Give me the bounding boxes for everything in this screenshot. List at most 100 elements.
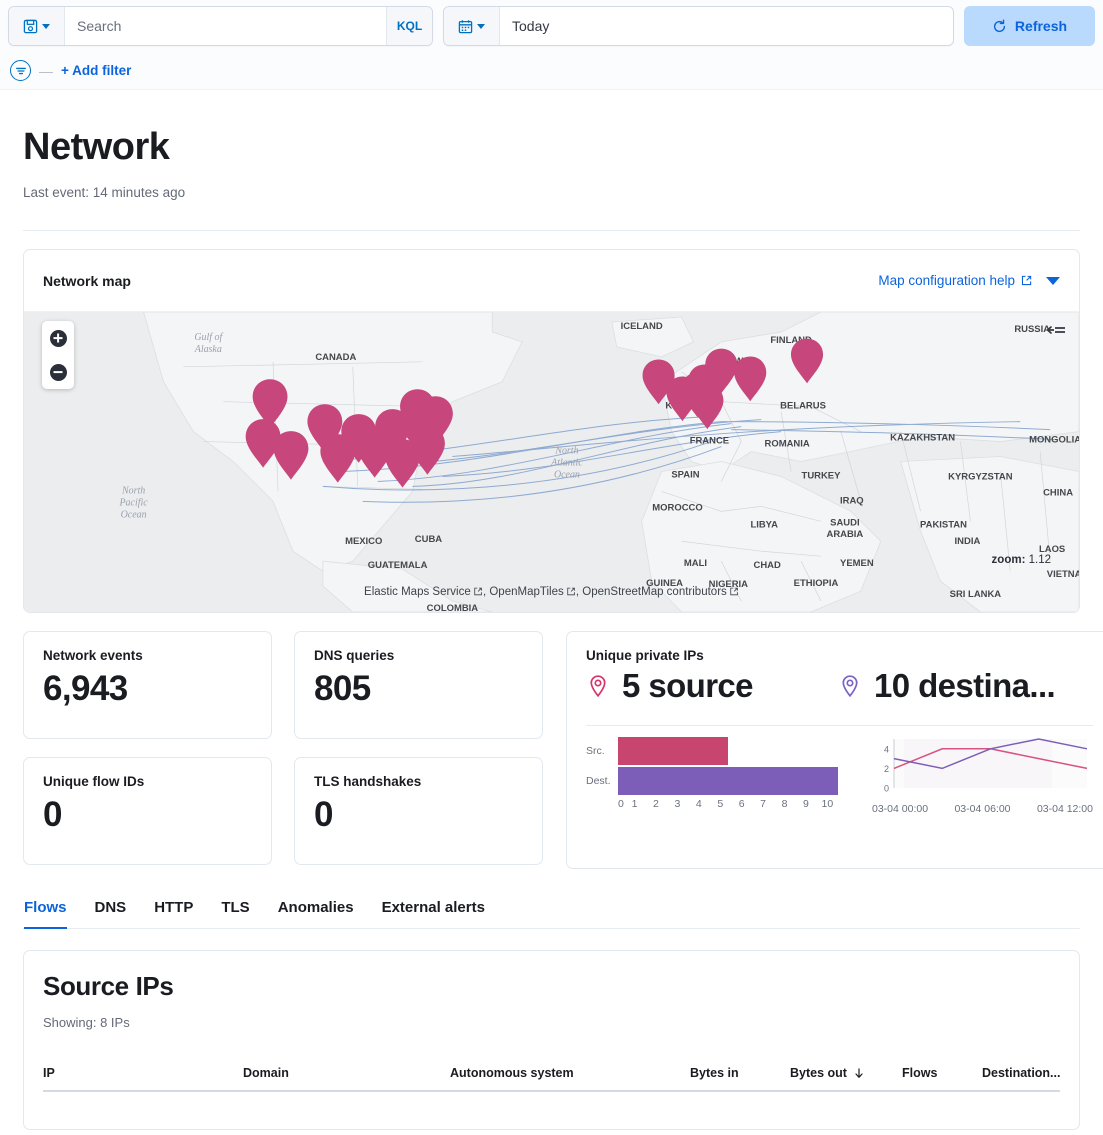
column-header-bytes-in[interactable]: Bytes in [690, 1066, 790, 1080]
external-link-icon [474, 587, 483, 596]
minus-icon [50, 364, 67, 381]
plus-icon [50, 330, 67, 347]
calendar-icon [458, 19, 473, 34]
column-header-label: Bytes in [690, 1066, 739, 1080]
map-legend-toggle-button[interactable] [1046, 324, 1066, 344]
svg-text:2: 2 [884, 764, 889, 774]
map-configuration-help-link[interactable]: Map configuration help [878, 273, 1032, 288]
column-header-domain[interactable]: Domain [243, 1066, 450, 1080]
map-zoom-level-value: 1.12 [1029, 554, 1051, 566]
collapse-legend-icon [1046, 324, 1066, 339]
network-map-title: Network map [43, 273, 131, 289]
column-header-label: Destination... [982, 1066, 1060, 1080]
save-disk-icon [23, 19, 38, 34]
tab-tls[interactable]: TLS [221, 899, 249, 929]
filter-options-button[interactable] [10, 60, 31, 81]
bar-x-tick: 5 [710, 798, 731, 810]
stat-cards-row-2: Unique flow IDs 0 TLS handshakes 0 [23, 757, 544, 865]
add-filter-button[interactable]: + Add filter [61, 63, 131, 78]
stat-cards-row-1: Network events 6,943 DNS queries 805 [23, 631, 544, 739]
stat-value: 6,943 [43, 669, 252, 709]
destination-ip-value: 10 destina... [874, 667, 1055, 705]
svg-text:0: 0 [884, 784, 889, 794]
page-title: Network [23, 126, 1080, 169]
stat-label: Network events [43, 648, 252, 663]
map-zoom-level: zoom: 1.12 [992, 554, 1051, 566]
line-chart-x-ticks: 03-04 00:00 03-04 06:00 03-04 12:00 [868, 803, 1093, 815]
refresh-button[interactable]: Refresh [964, 6, 1095, 46]
source-ips-showing: Showing: 8 IPs [43, 1015, 1060, 1030]
network-map-header-actions: Map configuration help [878, 273, 1060, 288]
bar-row-source: Src. [586, 736, 838, 766]
column-header-label: Bytes out [790, 1066, 847, 1080]
bar-x-tick: 3 [667, 798, 688, 810]
external-link-icon [730, 587, 739, 596]
attribution-elastic-maps[interactable]: Elastic Maps Service [364, 586, 471, 598]
svg-text:4: 4 [884, 744, 889, 754]
attribution-openmaptiles[interactable]: OpenMapTiles [489, 586, 563, 598]
query-toolbar: KQL Today Refresh [0, 0, 1103, 52]
header-divider [23, 230, 1080, 231]
refresh-label: Refresh [1015, 18, 1067, 34]
tab-dns[interactable]: DNS [95, 899, 127, 929]
collapse-map-button[interactable] [1046, 277, 1060, 285]
last-event-subtitle: Last event: 14 minutes ago [23, 185, 1080, 200]
tab-http[interactable]: HTTP [154, 899, 193, 929]
location-pin-icon [838, 674, 862, 698]
line-x-tick: 03-04 12:00 [1037, 803, 1093, 815]
query-bar: KQL [8, 6, 433, 46]
search-input[interactable] [65, 7, 386, 45]
bar-x-tick: 7 [752, 798, 773, 810]
network-map[interactable]: ICELAND CANADA FINLAND RUSSIA NORWAY KIN… [24, 311, 1079, 612]
line-x-tick: 03-04 06:00 [954, 803, 1010, 815]
unique-private-ips-values: 5 source 10 destina... [586, 667, 1093, 705]
unique-private-ips-label: Unique private IPs [586, 648, 1093, 663]
stat-value: 0 [314, 795, 523, 835]
source-ip-count: 5 source [586, 667, 838, 705]
refresh-icon [992, 19, 1007, 34]
tab-anomalies[interactable]: Anomalies [278, 899, 354, 929]
ip-card-charts: Src. Dest. 012345678910 0 [586, 736, 1093, 815]
destination-ip-count: 10 destina... [838, 667, 1090, 705]
filter-bar: — + Add filter [0, 52, 1103, 90]
column-header-bytes-out[interactable]: Bytes out [790, 1066, 902, 1080]
date-quick-select-button[interactable] [444, 7, 500, 45]
stat-card-network-events: Network events 6,943 [23, 631, 272, 739]
column-header-ip[interactable]: IP [43, 1066, 243, 1080]
network-map-header: Network map Map configuration help [24, 250, 1079, 311]
bar-x-tick: 9 [795, 798, 816, 810]
column-header-label: Flows [902, 1066, 937, 1080]
bar-fill-source [618, 737, 728, 765]
page-body: Network Last event: 14 minutes ago Netwo… [0, 126, 1103, 1130]
map-zoom-in-button[interactable] [42, 321, 74, 355]
column-header-autonomous-system[interactable]: Autonomous system [450, 1066, 690, 1080]
bar-row-destination: Dest. [586, 766, 838, 796]
stat-label: DNS queries [314, 648, 523, 663]
map-zoom-out-button[interactable] [42, 355, 74, 389]
column-header-destination[interactable]: Destination... [982, 1066, 1082, 1080]
location-pin-icon [586, 674, 610, 698]
stats-section: Network events 6,943 DNS queries 805 Uni… [23, 631, 1080, 869]
column-header-flows[interactable]: Flows [902, 1066, 982, 1080]
saved-query-button[interactable] [9, 7, 65, 45]
attribution-openstreetmap[interactable]: OpenStreetMap contributors [582, 586, 726, 598]
source-ips-title: Source IPs [43, 971, 1060, 1002]
stat-card-tls-handshakes: TLS handshakes 0 [294, 757, 543, 865]
map-zoom-level-key: zoom: [992, 554, 1026, 566]
tab-external-alerts[interactable]: External alerts [382, 899, 485, 929]
bar-chart-x-axis: 012345678910 [618, 798, 838, 810]
source-ip-value: 5 source [622, 667, 753, 705]
bar-fill-destination [618, 767, 838, 795]
arrow-down-icon [853, 1067, 865, 1079]
bar-track [618, 766, 838, 796]
date-range-value[interactable]: Today [500, 7, 953, 45]
kql-language-button[interactable]: KQL [386, 7, 432, 45]
line-x-tick: 03-04 00:00 [872, 803, 928, 815]
map-zoom-controls [42, 321, 74, 389]
stat-label: Unique flow IDs [43, 774, 252, 789]
stat-label: TLS handshakes [314, 774, 523, 789]
bar-x-tick: 10 [817, 798, 838, 810]
unique-private-ips-card: Unique private IPs 5 source 10 destina..… [566, 631, 1103, 869]
tab-flows[interactable]: Flows [24, 899, 67, 929]
external-link-icon [1021, 275, 1032, 286]
